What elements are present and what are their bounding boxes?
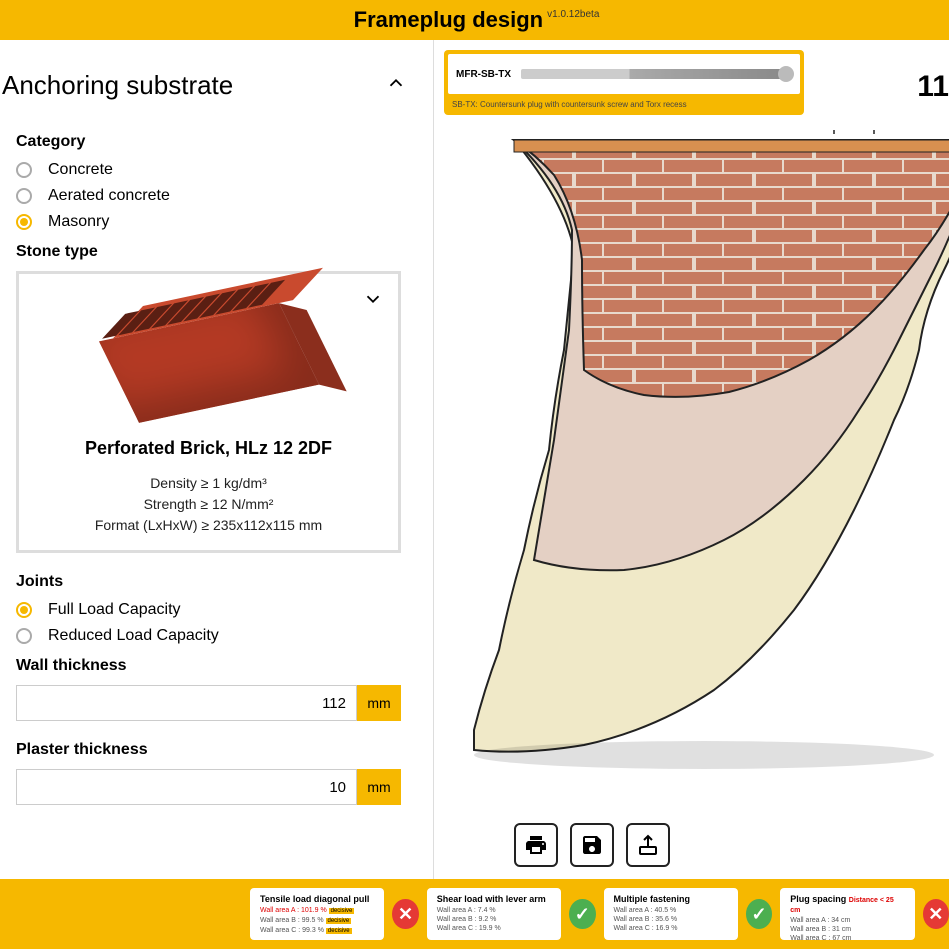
section-title: Anchoring substrate [2,70,233,101]
category-radios: Concrete Aerated concrete Masonry [16,161,415,231]
result-card[interactable]: Shear load with lever armWall area A : 7… [427,888,561,940]
preview-canvas: MFR-SB-TX SB-TX: Countersunk plug with c… [434,40,949,879]
plaster-thickness-unit: mm [357,769,401,805]
plaster-thickness-row: mm [16,769,401,805]
plaster-thickness-input[interactable] [16,769,357,805]
stone-type-selector[interactable]: Perforated Brick, HLz 12 2DF Density ≥ 1… [16,271,401,553]
cross-icon: ✕ [923,899,949,929]
result-card[interactable]: Plug spacing Distance < 25 cmWall area A… [780,888,914,940]
chevron-down-icon [362,288,384,316]
share-button[interactable] [626,823,670,867]
app-header: Frameplug design v1.0.12beta [0,0,949,40]
chevron-up-icon [385,72,407,100]
product-chip[interactable]: MFR-SB-TX SB-TX: Countersunk plug with c… [444,50,804,115]
save-button[interactable] [570,823,614,867]
cross-icon: ✕ [392,899,418,929]
sidebar: Anchoring substrate Category Concrete Ae… [0,40,434,879]
joints-label: Joints [16,573,415,591]
results-footer: Tensile load diagonal pullWall area A : … [0,879,949,949]
check-icon: ✓ [569,899,595,929]
wall-thickness-unit: mm [357,685,401,721]
product-sub: SB-TX: Countersunk plug with countersunk… [444,98,804,111]
radio-aerated-concrete[interactable]: Aerated concrete [16,187,415,205]
stone-name: Perforated Brick, HLz 12 2DF [33,438,384,459]
wall-cross-section [454,130,949,770]
check-icon: ✓ [746,899,772,929]
app-version: v1.0.12beta [547,9,599,20]
radio-concrete[interactable]: Concrete [16,161,415,179]
result-card[interactable]: Multiple fasteningWall area A : 40.5 %Wa… [604,888,738,940]
plaster-thickness-label: Plaster thickness [16,741,415,759]
screw-icon [521,69,792,79]
right-number: 11 [917,70,949,104]
radio-full-load[interactable]: Full Load Capacity [16,601,415,619]
radio-reduced-load[interactable]: Reduced Load Capacity [16,627,415,645]
wall-thickness-input[interactable] [16,685,357,721]
joints-radios: Full Load Capacity Reduced Load Capacity [16,601,415,645]
radio-masonry[interactable]: Masonry [16,213,415,231]
action-buttons [514,823,670,867]
product-name: MFR-SB-TX [456,69,511,80]
main-area: Anchoring substrate Category Concrete Ae… [0,40,949,879]
result-card[interactable]: Tensile load diagonal pullWall area A : … [250,888,384,940]
category-label: Category [16,133,415,151]
wall-thickness-label: Wall thickness [16,657,415,675]
print-button[interactable] [514,823,558,867]
brick-image [109,298,309,418]
section-anchoring-substrate[interactable]: Anchoring substrate [2,40,415,121]
stone-type-label: Stone type [16,243,415,261]
wall-thickness-row: mm [16,685,401,721]
app-title: Frameplug design [354,7,543,33]
stone-details: Density ≥ 1 kg/dm³ Strength ≥ 12 N/mm² F… [33,473,384,536]
